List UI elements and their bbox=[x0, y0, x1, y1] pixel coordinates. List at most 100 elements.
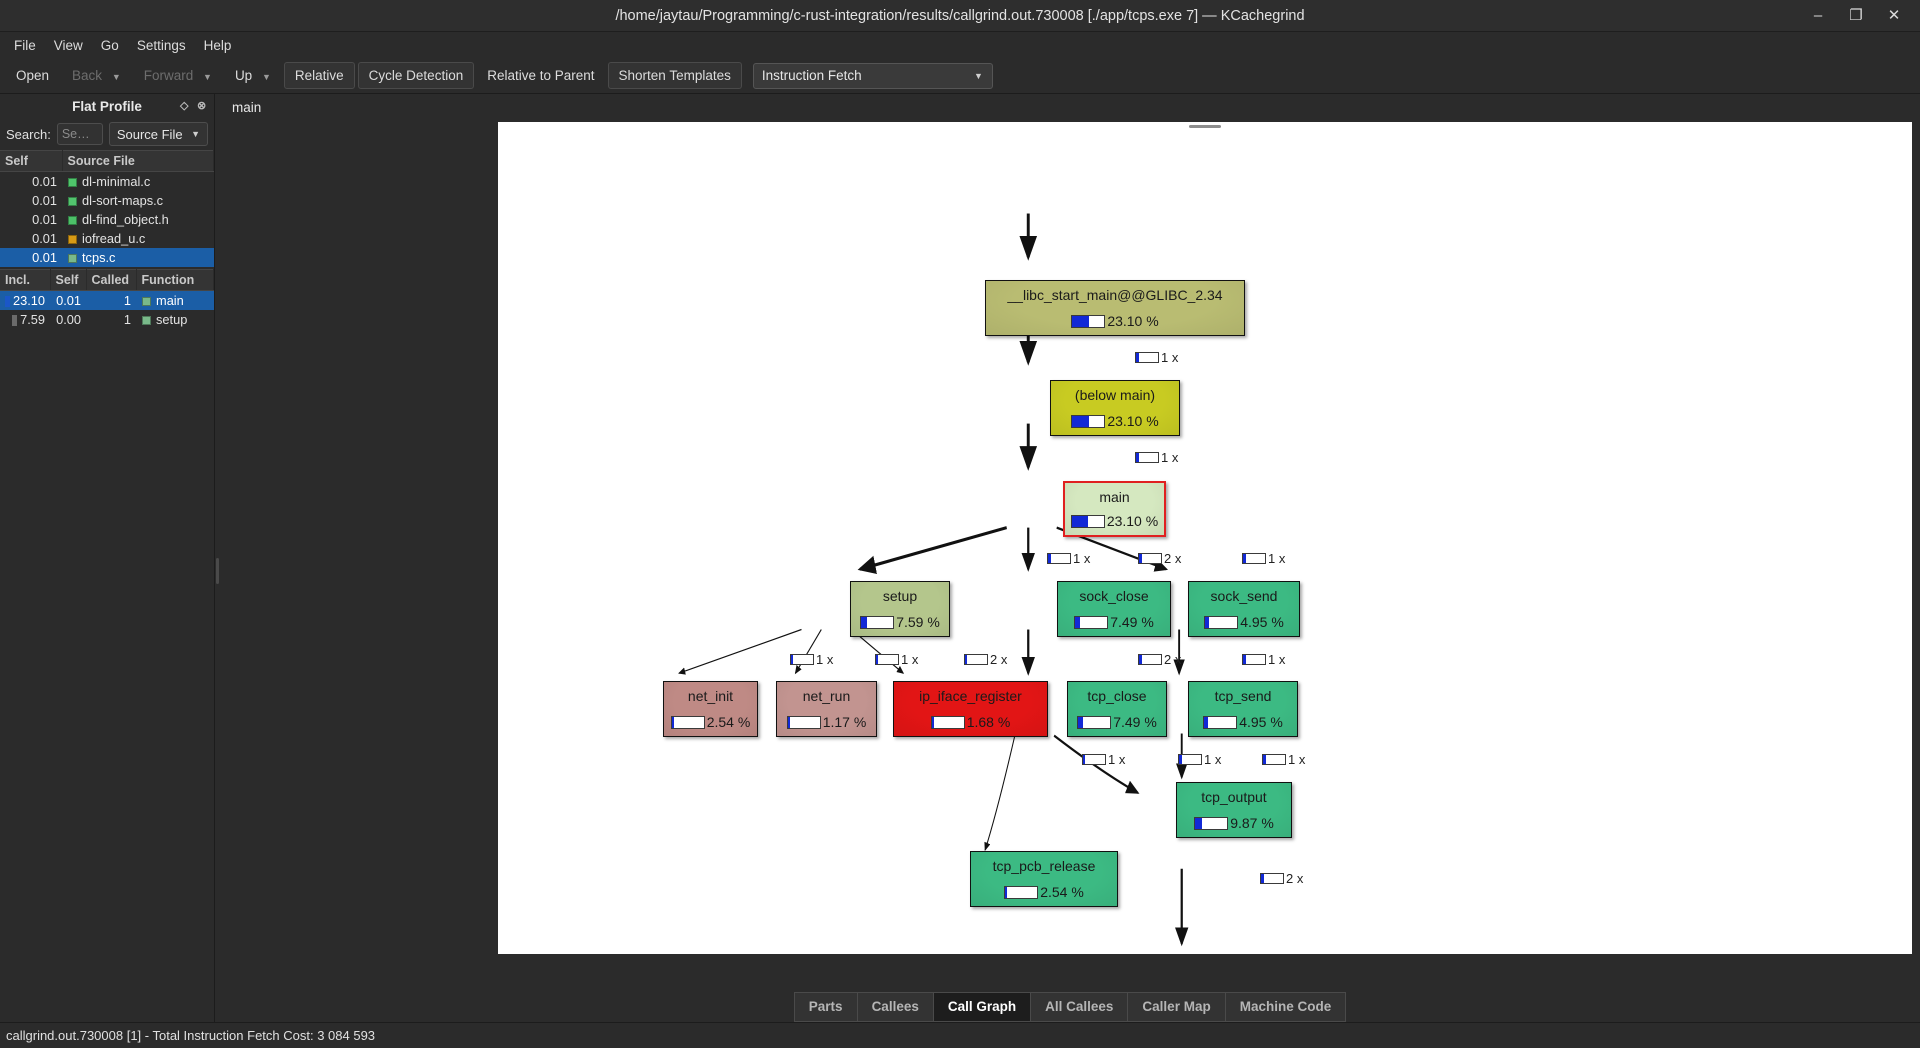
call-graph-node[interactable]: __libc_start_main@@GLIBC_2.34 23.10 % bbox=[985, 280, 1245, 336]
grouping-select[interactable]: Source File ▼ bbox=[108, 122, 208, 146]
col-incl[interactable]: Incl. bbox=[0, 269, 51, 291]
call-graph-node[interactable]: tcp_send 4.95 % bbox=[1188, 681, 1298, 737]
call-graph-node[interactable]: setup 7.59 % bbox=[850, 581, 950, 637]
inclusive-bar-icon bbox=[12, 315, 18, 326]
col-called[interactable]: Called bbox=[86, 269, 137, 291]
col-self[interactable]: Self bbox=[0, 150, 63, 172]
col-source-file[interactable]: Source File bbox=[62, 150, 214, 172]
breadcrumb: main bbox=[232, 99, 262, 115]
cell-self: 0.01 bbox=[32, 212, 57, 227]
cost-gauge-icon bbox=[1071, 414, 1106, 428]
menu-settings[interactable]: Settings bbox=[129, 35, 194, 56]
tab-all-callees[interactable]: All Callees bbox=[1030, 992, 1128, 1022]
edge-call-count: 2 x bbox=[1138, 652, 1181, 667]
event-type-value: Instruction Fetch bbox=[761, 68, 862, 83]
menu-help[interactable]: Help bbox=[196, 35, 240, 56]
menubar: File View Go Settings Help bbox=[0, 32, 1920, 58]
canvas-drag-handle[interactable] bbox=[1181, 122, 1229, 130]
call-graph-node[interactable]: sock_send 4.95 % bbox=[1188, 581, 1300, 637]
table-row[interactable]: 0.01 dl-find_object.h bbox=[0, 210, 214, 229]
minimize-icon[interactable]: – bbox=[1810, 8, 1826, 24]
up-label: Up bbox=[234, 68, 253, 83]
cost-gauge-icon bbox=[786, 715, 821, 729]
cost-gauge-icon bbox=[670, 715, 705, 729]
undock-icon[interactable]: ◇ bbox=[180, 100, 191, 112]
menu-view[interactable]: View bbox=[46, 35, 91, 56]
back-button[interactable]: Back ▼ bbox=[62, 63, 131, 88]
close-panel-icon[interactable]: ⊗ bbox=[197, 100, 208, 112]
call-graph-node[interactable]: (below main) 23.10 % bbox=[1050, 380, 1180, 436]
tab-call-graph[interactable]: Call Graph bbox=[932, 992, 1031, 1022]
table-row[interactable]: 0.01 dl-sort-maps.c bbox=[0, 191, 214, 210]
tab-parts[interactable]: Parts bbox=[793, 992, 857, 1022]
forward-button[interactable]: Forward ▼ bbox=[134, 63, 222, 88]
tab-callees[interactable]: Callees bbox=[856, 992, 933, 1022]
chevron-down-icon: ▼ bbox=[203, 72, 212, 82]
forward-label: Forward bbox=[143, 68, 194, 83]
node-cost: 7.59 % bbox=[860, 614, 940, 630]
flat-profile-title: Flat Profile bbox=[72, 98, 142, 114]
call-graph-node[interactable]: ip_iface_register 1.68 % bbox=[893, 681, 1048, 737]
cell-self: 0.01 bbox=[32, 174, 57, 189]
node-label: sock_send bbox=[1210, 588, 1278, 604]
cell-source-file: tcps.c bbox=[62, 248, 214, 267]
function-list-table: Incl. Self Called Function 23.10 0.01 1 mai… bbox=[0, 269, 215, 329]
node-label: tcp_pcb_release bbox=[992, 858, 1096, 874]
color-swatch-icon bbox=[142, 316, 152, 325]
chevron-down-icon: ▼ bbox=[111, 72, 121, 82]
cell-source-file: dl-sort-maps.c bbox=[62, 191, 214, 210]
call-graph-node[interactable]: tcp_output 9.87 % bbox=[1176, 782, 1292, 838]
cell-self: 0.01 bbox=[32, 231, 57, 246]
call-graph-node[interactable]: sock_close 7.49 % bbox=[1057, 581, 1171, 637]
search-input[interactable]: Se… bbox=[56, 123, 103, 145]
menu-go[interactable]: Go bbox=[93, 35, 127, 56]
call-graph-node[interactable]: tcp_close 7.49 % bbox=[1067, 681, 1167, 737]
edge-call-count: 1 x bbox=[1135, 350, 1178, 365]
tab-caller-map[interactable]: Caller Map bbox=[1127, 992, 1225, 1022]
open-button[interactable]: Open bbox=[6, 63, 59, 88]
table-row[interactable]: 7.59 0.00 1 setup bbox=[0, 310, 214, 329]
table-row[interactable]: 0.01 iofread_u.c bbox=[0, 229, 214, 248]
call-gauge-icon bbox=[1260, 873, 1284, 884]
event-type-select[interactable]: Instruction Fetch ▼ bbox=[752, 62, 993, 89]
call-gauge-icon bbox=[1138, 553, 1162, 564]
node-label: ip_iface_register bbox=[919, 688, 1022, 704]
col-self2[interactable]: Self bbox=[50, 269, 87, 291]
dock-controls: ◇ ⊗ bbox=[180, 100, 208, 112]
node-cost: 23.10 % bbox=[1071, 313, 1159, 329]
tab-machine-code[interactable]: Machine Code bbox=[1224, 992, 1347, 1022]
table-row[interactable]: 0.01 dl-minimal.c bbox=[0, 172, 214, 192]
menu-file[interactable]: File bbox=[6, 35, 44, 56]
cell-incl: 7.59 bbox=[0, 310, 50, 329]
call-graph-node[interactable]: tcp_pcb_release 2.54 % bbox=[970, 851, 1118, 907]
node-label: net_run bbox=[802, 688, 851, 704]
edge-call-count: 2 x bbox=[1260, 871, 1303, 886]
edge-call-count: 1 x bbox=[875, 652, 918, 667]
table-row[interactable]: 0.01 tcps.c bbox=[0, 248, 214, 267]
node-cost: 7.49 % bbox=[1077, 714, 1157, 730]
inclusive-bar-icon bbox=[5, 296, 10, 307]
call-graph-node[interactable]: net_run 1.17 % bbox=[776, 681, 877, 737]
call-gauge-icon bbox=[1138, 654, 1162, 665]
up-button[interactable]: Up ▼ bbox=[225, 63, 281, 88]
cost-gauge-icon bbox=[1204, 615, 1239, 629]
relative-toggle[interactable]: Relative bbox=[283, 62, 355, 89]
flat-profile-dock: Flat Profile ◇ ⊗ Search: Se… Source File… bbox=[0, 94, 215, 1022]
call-graph-node[interactable]: main 23.10 % bbox=[1063, 481, 1166, 537]
relative-to-parent-toggle[interactable]: Relative to Parent bbox=[477, 63, 604, 88]
cell-called: 1 bbox=[86, 290, 137, 310]
call-graph-node[interactable]: net_init 2.54 % bbox=[663, 681, 758, 737]
dock-filler bbox=[0, 329, 214, 1022]
call-graph-canvas[interactable]: __libc_start_main@@GLIBC_2.34 23.10 % (bel… bbox=[498, 122, 1912, 954]
table-row[interactable]: 23.10 0.01 1 main bbox=[0, 290, 214, 310]
close-icon[interactable]: ✕ bbox=[1886, 8, 1902, 24]
node-cost: 1.68 % bbox=[930, 714, 1010, 730]
shorten-templates-toggle[interactable]: Shorten Templates bbox=[607, 62, 742, 89]
col-function[interactable]: Function bbox=[136, 269, 215, 291]
edge-call-count: 1 x bbox=[1178, 752, 1221, 767]
view-tabbar: Parts Callees Call Graph All Callees Caller … bbox=[220, 988, 1920, 1022]
maximize-icon[interactable]: ❐ bbox=[1848, 8, 1864, 24]
cell-self: 0.01 bbox=[0, 248, 62, 267]
call-graph-area: __libc_start_main@@GLIBC_2.34 23.10 % (bel… bbox=[220, 120, 1920, 988]
cycle-detection-toggle[interactable]: Cycle Detection bbox=[357, 62, 475, 89]
